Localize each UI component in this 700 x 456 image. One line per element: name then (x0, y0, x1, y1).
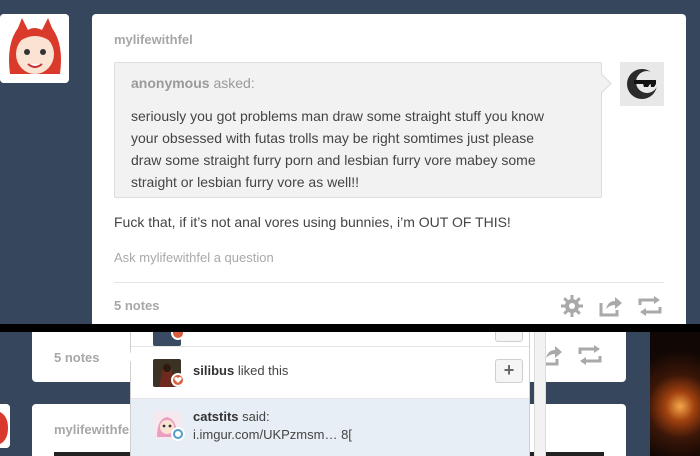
background-fire-image (650, 332, 700, 456)
heart-icon (171, 373, 185, 387)
heart-icon (171, 332, 185, 340)
reblog-icon[interactable] (578, 344, 602, 366)
popover-scrollbar[interactable] (534, 332, 546, 456)
anonymous-avatar-icon (620, 62, 664, 106)
post-notes-count[interactable]: 5 notes (54, 350, 100, 365)
follow-button[interactable]: + (495, 359, 523, 383)
asked-label: asked: (213, 75, 255, 91)
note-liked: silibus liked this + (131, 346, 529, 398)
question-line: your obsessed with futas trolls may be r… (131, 130, 535, 146)
note-action: liked this (237, 363, 289, 378)
reblog-icon[interactable] (638, 295, 662, 317)
share-icon[interactable] (598, 295, 622, 317)
screenshot-separator (0, 324, 700, 332)
notes-popover[interactable]: silibus liked this + catstits said: i.im… (130, 332, 530, 456)
post-notes-count[interactable]: 5 notes (114, 298, 160, 313)
note-username[interactable]: silibus (193, 363, 234, 378)
next-blog-avatar[interactable] (0, 404, 10, 448)
reply-icon (171, 427, 185, 441)
ask-header: anonymous asked: (131, 75, 255, 91)
note-reply-text: catstits said: (193, 409, 270, 424)
note-action: said: (242, 409, 270, 424)
blog-avatar[interactable] (0, 14, 69, 83)
asker-name: anonymous (131, 75, 210, 91)
follow-button[interactable] (495, 332, 523, 342)
ask-question-link[interactable]: Ask mylifewithfel a question (114, 250, 274, 265)
question-line: draw some straight furry porn and lesbia… (131, 152, 536, 168)
ask-post: mylifewithfel anonymous asked: seriously… (92, 14, 686, 324)
ask-bubble: anonymous asked: seriously you got probl… (114, 62, 602, 198)
note-reply-content: i.imgur.com/UKPzmsm… 8[ (193, 427, 352, 442)
bottom-screenshot: 5 notes mylifewithfel silibus liked this… (0, 332, 700, 456)
next-post-blog-name[interactable]: mylifewithfel (54, 422, 133, 437)
note-username[interactable]: catstits (193, 409, 239, 424)
answer-text: Fuck that, if it’s not anal vores using … (114, 214, 511, 230)
note-reply: catstits said: i.imgur.com/UKPzmsm… 8[ (131, 398, 529, 456)
top-screenshot: mylifewithfel anonymous asked: seriously… (0, 0, 700, 324)
ask-question: seriously you got problems man draw some… (131, 105, 571, 193)
post-footer-divider (114, 282, 664, 283)
note-liked-text: silibus liked this (193, 363, 288, 378)
post-blog-name[interactable]: mylifewithfel (114, 32, 193, 47)
question-line: seriously you got problems man draw some… (131, 108, 544, 124)
question-line: straight or lesbian furry vore as well!! (131, 174, 359, 190)
gear-icon[interactable] (560, 295, 584, 317)
